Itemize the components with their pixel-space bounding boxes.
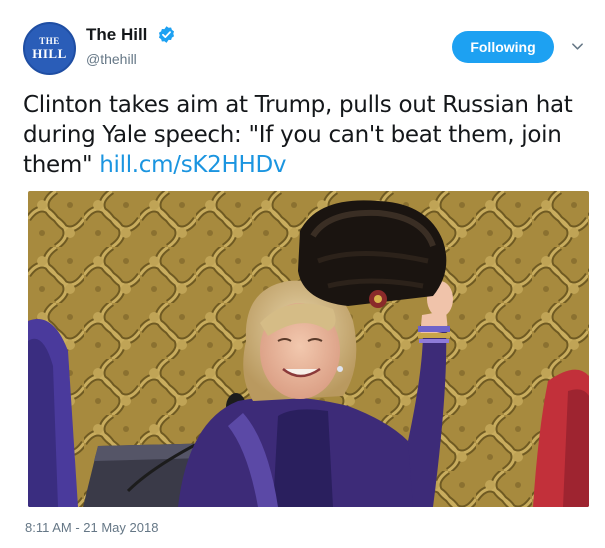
tweet-media-photo[interactable] (28, 191, 589, 507)
tweet-card: THE HILL The Hill @thehill Following Cli… (0, 0, 605, 548)
author-handle[interactable]: @thehill (86, 51, 137, 67)
avatar-text-bottom: HILL (32, 46, 67, 61)
author-display-name[interactable]: The Hill (86, 25, 147, 45)
avatar-text-top: THE (39, 36, 60, 46)
caret-down-icon[interactable] (571, 40, 584, 53)
tweet-link[interactable]: hill.cm/sK2HHDv (99, 152, 286, 178)
tweet-text: Clinton takes aim at Trump, pulls out Ru… (23, 90, 585, 180)
author-avatar[interactable]: THE HILL (23, 22, 76, 75)
verified-badge-icon (158, 26, 175, 43)
photo-illustration (28, 191, 589, 507)
following-button[interactable]: Following (452, 31, 554, 63)
tweet-timestamp[interactable]: 8:11 AM - 21 May 2018 (25, 520, 158, 535)
